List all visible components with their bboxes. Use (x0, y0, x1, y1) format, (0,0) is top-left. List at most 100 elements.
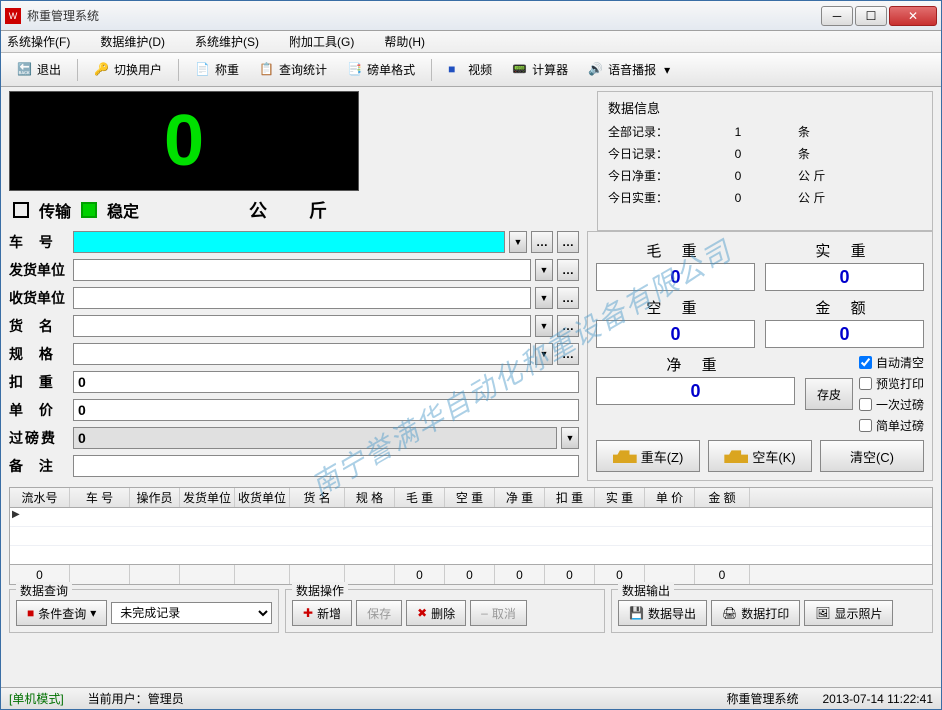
app-window: W 称重管理系统 ─ ☐ ✕ 系统操作(F) 数据维护(D) 系统维护(S) 附… (0, 0, 942, 710)
toolbar: 🔙退出 🔑切换用户 📄称重 📋查询统计 📑磅单格式 ■视频 📟计算器 🔊语音播报… (1, 53, 941, 87)
car-no-input[interactable] (73, 231, 505, 253)
col-header[interactable]: 流水号 (10, 488, 70, 507)
sender-dropdown[interactable]: ▼ (535, 259, 553, 281)
key-icon: 🔑 (94, 62, 110, 78)
col-header[interactable]: 净 重 (495, 488, 545, 507)
status-time: 2013-07-14 11:22:41 (822, 692, 933, 706)
chk-auto-clear[interactable]: 自动清空 (859, 354, 924, 371)
col-header[interactable]: 操作员 (130, 488, 180, 507)
save-tare-button[interactable]: 存皮 (805, 378, 853, 410)
car-no-btn2[interactable]: … (557, 231, 579, 253)
sender-btn[interactable]: … (557, 259, 579, 281)
output-panel: 数据输出 💾数据导出 🖨数据打印 🖼显示照片 (611, 589, 933, 633)
col-header[interactable]: 发货单位 (180, 488, 235, 507)
cancel-button[interactable]: –取消 (470, 600, 527, 626)
image-icon: 🖼 (815, 606, 830, 620)
menu-sysmaint[interactable]: 系统维护(S) (195, 33, 259, 50)
disk-icon: 💾 (629, 606, 644, 620)
save-button[interactable]: 保存 (356, 600, 402, 626)
receiver-btn[interactable]: … (557, 287, 579, 309)
chk-simple[interactable]: 简单过磅 (859, 417, 924, 434)
col-header[interactable]: 空 重 (445, 488, 495, 507)
content: 南宁誉满华自动化称重设备有限公司 0 传输 稳定 公 斤 数据信息 全部记录：1… (1, 87, 941, 687)
truck-icon (724, 449, 748, 463)
weight-display: 0 (9, 91, 359, 191)
query-icon: 📋 (259, 62, 275, 78)
fee-input[interactable] (73, 427, 557, 449)
col-header[interactable]: 扣 重 (545, 488, 595, 507)
video-icon: ■ (448, 62, 464, 78)
print-button[interactable]: 🖨数据打印 (711, 600, 800, 626)
receiver-dropdown[interactable]: ▼ (535, 287, 553, 309)
truck-icon (613, 449, 637, 463)
tb-weigh[interactable]: 📄称重 (187, 58, 247, 81)
tb-calc[interactable]: 📟计算器 (504, 58, 576, 81)
col-header[interactable]: 毛 重 (395, 488, 445, 507)
car-no-dropdown[interactable]: ▼ (509, 231, 527, 253)
transfer-indicator (13, 202, 29, 218)
menu-data[interactable]: 数据维护(D) (100, 33, 165, 50)
close-button[interactable]: ✕ (889, 6, 937, 26)
col-header[interactable]: 收货单位 (235, 488, 290, 507)
exit-icon: 🔙 (17, 62, 33, 78)
minimize-button[interactable]: ─ (821, 6, 853, 26)
export-button[interactable]: 💾数据导出 (618, 600, 707, 626)
weigh-icon: 📄 (195, 62, 211, 78)
col-header[interactable]: 货 名 (290, 488, 345, 507)
sender-input[interactable] (73, 259, 531, 281)
amount: 0 (765, 320, 924, 348)
goods-input[interactable] (73, 315, 531, 337)
tb-switch-user[interactable]: 🔑切换用户 (86, 58, 170, 81)
col-header[interactable]: 单 价 (645, 488, 695, 507)
spec-btn[interactable]: … (557, 343, 579, 365)
car-no-btn1[interactable]: … (531, 231, 553, 253)
data-info-panel: 数据信息 全部记录：1条 今日记录：0条 今日净重：0公 斤 今日实重：0公 斤 (597, 91, 933, 231)
col-header[interactable]: 金 额 (695, 488, 750, 507)
tb-voice[interactable]: 🔊语音播报▾ (580, 58, 678, 81)
receiver-input[interactable] (73, 287, 531, 309)
col-header[interactable]: 规 格 (345, 488, 395, 507)
grid-body[interactable] (10, 508, 932, 564)
form-panel: 车 号▼…… 发货单位▼… 收货单位▼… 货 名▼… 规 格▼… 扣 重 单 价… (9, 231, 579, 481)
format-icon: 📑 (347, 62, 363, 78)
chk-once[interactable]: 一次过磅 (859, 396, 924, 413)
heavy-truck-button[interactable]: 重车(Z) (596, 440, 700, 472)
spec-input[interactable] (73, 343, 531, 365)
add-button[interactable]: ✚新增 (292, 600, 352, 626)
clear-button[interactable]: 清空(C) (820, 440, 924, 472)
goods-btn[interactable]: … (557, 315, 579, 337)
unit-label: 公 斤 (249, 197, 339, 223)
query-panel: 数据查询 ■条件查询▾ 未完成记录 (9, 589, 279, 633)
spec-dropdown[interactable]: ▼ (535, 343, 553, 365)
menubar: 系统操作(F) 数据维护(D) 系统维护(S) 附加工具(G) 帮助(H) (1, 31, 941, 53)
weight-panel: 毛 重0 实 重0 空 重0 金 额0 净 重0 存皮 自动清空 预览打印 一次… (587, 231, 933, 481)
goods-dropdown[interactable]: ▼ (535, 315, 553, 337)
menu-system[interactable]: 系统操作(F) (7, 33, 70, 50)
menu-tools[interactable]: 附加工具(G) (289, 33, 354, 50)
tb-exit[interactable]: 🔙退出 (9, 58, 69, 81)
chk-preview[interactable]: 预览打印 (859, 375, 924, 392)
app-icon: W (5, 8, 21, 24)
tb-video[interactable]: ■视频 (440, 58, 500, 81)
empty-truck-button[interactable]: 空车(K) (708, 440, 812, 472)
col-header[interactable]: 实 重 (595, 488, 645, 507)
photo-button[interactable]: 🖼显示照片 (804, 600, 893, 626)
fee-dropdown[interactable]: ▼ (561, 427, 579, 449)
menu-help[interactable]: 帮助(H) (384, 33, 425, 50)
voice-icon: 🔊 (588, 62, 604, 78)
maximize-button[interactable]: ☐ (855, 6, 887, 26)
deduct-input[interactable] (73, 371, 579, 393)
tb-format[interactable]: 📑磅单格式 (339, 58, 423, 81)
filter-select[interactable]: 未完成记录 (111, 602, 272, 624)
status-sys: 称重管理系统 (726, 690, 798, 707)
cond-query-button[interactable]: ■条件查询▾ (16, 600, 107, 626)
delete-button[interactable]: ✖删除 (406, 600, 466, 626)
col-header[interactable]: 车 号 (70, 488, 130, 507)
tb-query[interactable]: 📋查询统计 (251, 58, 335, 81)
statusbar: [单机模式] 当前用户：管理员 称重管理系统 2013-07-14 11:22:… (1, 687, 941, 709)
calc-icon: 📟 (512, 62, 528, 78)
price-input[interactable] (73, 399, 579, 421)
gross-weight: 0 (596, 263, 755, 291)
real-weight: 0 (765, 263, 924, 291)
remark-input[interactable] (73, 455, 579, 477)
